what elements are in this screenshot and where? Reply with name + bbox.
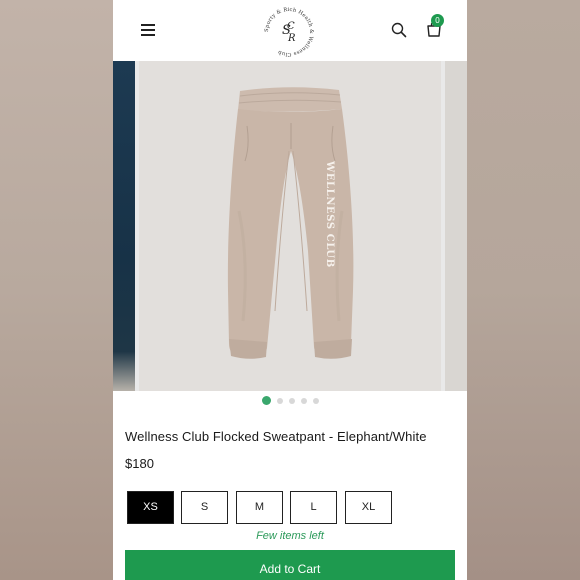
- product-title: Wellness Club Flocked Sweatpant - Elepha…: [125, 429, 427, 444]
- hamburger-menu-icon[interactable]: [141, 24, 155, 36]
- search-icon[interactable]: [391, 22, 407, 38]
- carousel-pagination: [113, 396, 467, 406]
- product-image[interactable]: WELLNESS CLUB: [139, 61, 441, 391]
- size-option-s[interactable]: S: [181, 491, 228, 524]
- size-option-xs[interactable]: XS: [127, 491, 174, 524]
- pagination-dot-2[interactable]: [276, 397, 283, 404]
- next-slide-peek[interactable]: [445, 61, 467, 391]
- product-image-carousel[interactable]: WELLNESS CLUB: [113, 61, 467, 391]
- cart-count-badge: 0: [431, 14, 444, 27]
- pagination-dot-1[interactable]: [261, 396, 271, 405]
- size-option-m[interactable]: M: [236, 491, 283, 524]
- pant-graphic-text: WELLNESS CLUB: [324, 160, 335, 268]
- size-option-l[interactable]: L: [290, 491, 337, 524]
- product-page: Sporty & Rich Health & Wellness Club S C…: [113, 0, 467, 580]
- previous-slide-peek[interactable]: [113, 61, 135, 391]
- stock-status-note: Few items left: [256, 530, 324, 542]
- svg-text:R: R: [287, 33, 296, 44]
- sweatpant-illustration: WELLNESS CLUB: [227, 87, 354, 359]
- pagination-dot-5[interactable]: [312, 397, 319, 404]
- brand-logo[interactable]: Sporty & Rich Health & Wellness Club S C…: [261, 4, 317, 60]
- svg-text:C: C: [287, 21, 295, 32]
- pagination-dot-4[interactable]: [300, 397, 307, 404]
- site-header: Sporty & Rich Health & Wellness Club S C…: [113, 0, 467, 61]
- size-option-xl[interactable]: XL: [345, 491, 392, 524]
- pagination-dot-3[interactable]: [288, 397, 295, 404]
- add-to-cart-button[interactable]: Add to Cart: [125, 550, 455, 580]
- blurred-background-left: [0, 0, 113, 580]
- product-price: $180: [125, 456, 154, 471]
- blurred-background-right: [467, 0, 580, 580]
